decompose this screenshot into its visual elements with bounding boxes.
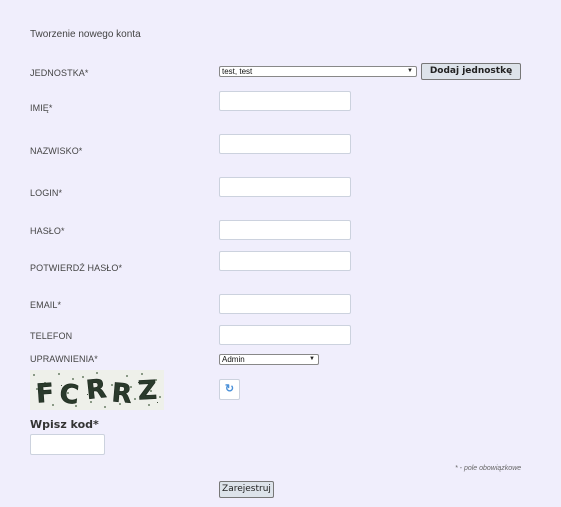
password-input[interactable] — [219, 220, 351, 240]
phone-input[interactable] — [219, 325, 351, 345]
confirm-password-input[interactable] — [219, 251, 351, 271]
first-name-input[interactable] — [219, 91, 351, 111]
refresh-captcha-button[interactable]: ↻ — [219, 379, 240, 400]
login-input[interactable] — [219, 177, 351, 197]
svg-text:C: C — [58, 379, 80, 410]
email-label: EMAIL* — [30, 300, 62, 310]
required-note: * - pole obowiązkowe — [455, 465, 522, 472]
refresh-icon: ↻ — [224, 383, 235, 395]
enter-code-label: Wpisz kod* — [30, 418, 99, 431]
confirm-password-label: POTWIERDŹ HASŁO* — [30, 263, 123, 273]
svg-text:Z: Z — [137, 376, 157, 407]
last-name-label: NAZWISKO* — [30, 146, 83, 156]
svg-text:F: F — [35, 378, 55, 409]
first-name-label: IMIĘ* — [30, 103, 53, 113]
unit-select-value: test, test — [222, 67, 253, 76]
captcha-image: F C R R Z — [30, 370, 164, 411]
unit-label: JEDNOSTKA* — [30, 68, 89, 78]
form-title: Tworzenie nowego konta — [30, 29, 141, 40]
add-unit-button[interactable]: Dodaj jednostkę — [421, 63, 521, 80]
login-label: LOGIN* — [30, 188, 63, 198]
svg-text:R: R — [111, 378, 134, 410]
chevron-down-icon: ▼ — [407, 68, 413, 74]
permissions-select-value: Admin — [222, 355, 245, 364]
last-name-input[interactable] — [219, 134, 351, 154]
permissions-label: UPRAWNIENIA* — [30, 354, 98, 364]
submit-button[interactable]: Zarejestruj — [219, 481, 274, 498]
chevron-down-icon: ▼ — [309, 356, 315, 362]
permissions-select[interactable]: Admin ▼ — [219, 354, 319, 365]
email-input[interactable] — [219, 294, 351, 314]
svg-text:R: R — [85, 374, 108, 406]
code-input[interactable] — [30, 434, 105, 455]
unit-select[interactable]: test, test ▼ — [219, 66, 417, 77]
password-label: HASŁO* — [30, 226, 65, 236]
phone-label: TELEFON — [30, 331, 73, 341]
